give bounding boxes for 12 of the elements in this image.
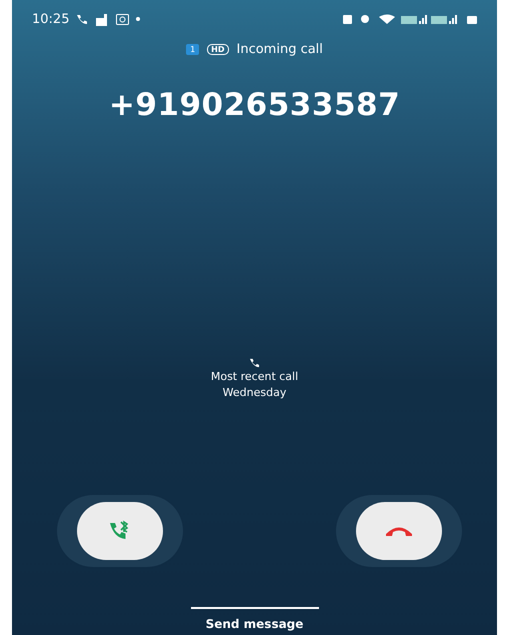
sim-badge: 1 xyxy=(186,44,200,55)
hang-up-icon xyxy=(385,525,413,537)
dot-icon xyxy=(136,17,140,21)
recent-call-label: Most recent call xyxy=(210,369,298,384)
status-time: 10:25 xyxy=(32,12,70,26)
phone-icon xyxy=(76,14,88,24)
call-status: Incoming call xyxy=(236,42,323,57)
hd-badge: HD xyxy=(207,44,228,55)
send-message-button[interactable]: Send message xyxy=(206,617,304,631)
phone-icon xyxy=(249,358,260,368)
caller-number: +919026533587 xyxy=(108,87,400,123)
recent-call-day: Wednesday xyxy=(222,385,286,400)
